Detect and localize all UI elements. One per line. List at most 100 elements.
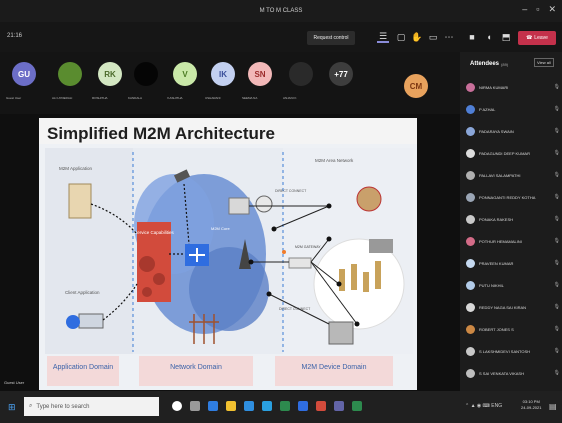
word-icon[interactable]: [298, 401, 308, 411]
attendee-name: ROBERT JONES S: [479, 326, 514, 332]
attendee-name: NIRMA KUMARI: [479, 84, 509, 90]
device-domain-box: [275, 356, 393, 386]
attendee-row[interactable]: PRAVEEN KUMAR 🎙: [466, 256, 560, 270]
muted-mic-icon: 🎙: [553, 216, 560, 222]
attendee-row[interactable]: PONNAGANTI REDDY KOTHA 🎙: [466, 190, 560, 204]
m2m-gateway-icon: [288, 257, 312, 269]
window-titlebar: M TO M CLASS – ▫ ✕: [0, 0, 562, 22]
window-controls: – ▫ ✕: [522, 4, 556, 15]
raise-hand-icon[interactable]: ✋: [411, 31, 423, 43]
attendee-row[interactable]: PUTU NIKHIL 🎙: [466, 278, 560, 292]
file-explorer-icon[interactable]: [226, 401, 236, 411]
m2m-core-label: M2M Core: [211, 226, 230, 231]
m2m-gateway-label: M2M GATEWAY: [295, 245, 321, 249]
host-avatar[interactable]: CM: [404, 74, 428, 98]
device-domain-label: M2M Device Domain: [302, 364, 367, 371]
attendee-row[interactable]: ROBERT JONES S 🎙: [466, 322, 560, 336]
device-server-icon: [328, 321, 354, 345]
microphone-icon[interactable]: ◖: [483, 31, 495, 43]
attendees-count: (89): [501, 61, 509, 67]
attendee-row[interactable]: POTHUR HEMAMALINI 🎙: [466, 234, 560, 248]
taskbar-search-box[interactable]: ⌕ Type here to search: [24, 397, 159, 416]
minimize-icon[interactable]: –: [522, 4, 527, 15]
windows-start-icon[interactable]: ⊞: [8, 402, 16, 413]
clock-date: 24-09-2021: [521, 405, 542, 410]
participant-tile[interactable]: GU: [12, 62, 36, 86]
user-icon: [66, 315, 80, 329]
attendee-name: S SAI VENKATA VIKASH: [479, 370, 524, 376]
participant-tile[interactable]: +77: [329, 62, 353, 86]
search-placeholder: Type here to search: [36, 403, 90, 410]
presenter-name: Guest User: [4, 380, 25, 385]
attendee-name: PADARAYA SWAIN: [479, 128, 514, 134]
participant-tile[interactable]: V: [173, 62, 197, 86]
rooms-icon[interactable]: ▭: [427, 31, 439, 43]
teams-icon[interactable]: [334, 401, 344, 411]
system-tray[interactable]: ⌃ ▲ ◉ ⌨ ENG: [465, 403, 502, 409]
window-title: M TO M CLASS: [259, 8, 303, 14]
request-control-button[interactable]: Request control: [307, 31, 355, 45]
camera-icon[interactable]: ■: [466, 31, 478, 43]
network-domain-box: [139, 356, 253, 386]
attendee-name: PONAKA RAKESH: [479, 216, 514, 222]
close-icon[interactable]: ✕: [548, 4, 556, 15]
leave-label: Leave: [534, 35, 548, 41]
task-view-icon[interactable]: [190, 401, 200, 411]
participant-tile[interactable]: RK: [98, 62, 122, 86]
attendee-name: PALLAVI SALAMPATHI: [479, 172, 521, 178]
participant-label: Guest User: [6, 96, 22, 100]
mail-icon[interactable]: [262, 401, 272, 411]
attendee-avatar: [466, 170, 475, 180]
attendee-row[interactable]: NIRMA KUMARI 🎙: [466, 80, 560, 94]
m2m-area-network-label: M2M Area Network: [315, 158, 354, 163]
participant-tile[interactable]: [134, 62, 158, 86]
maximize-icon[interactable]: ▫: [536, 4, 539, 15]
taskbar-clock[interactable]: 03:10 PM 24-09-2021: [521, 399, 541, 411]
attendee-row[interactable]: S SAI VENKATA VIKASH 🎙: [466, 366, 560, 380]
participant-label: SEEMA NA: [242, 96, 258, 100]
leave-button[interactable]: ☎ Leave: [518, 31, 556, 45]
attendee-row[interactable]: PADARAYA SWAIN 🎙: [466, 124, 560, 138]
attendee-row[interactable]: PALLAVI SALAMPATHI 🎙: [466, 168, 560, 182]
service-capabilities-label: Service Capabilities: [134, 230, 174, 235]
participant-label: ALI HYDERALI: [52, 96, 73, 100]
edge-icon[interactable]: [208, 401, 218, 411]
attendee-avatar: [466, 258, 475, 268]
chat-icon[interactable]: ▢: [395, 31, 407, 43]
windows-taskbar: ⊞ ⌕ Type here to search ⌃ ▲ ◉ ⌨ ENG 03:1…: [0, 391, 562, 423]
store-icon[interactable]: [244, 401, 254, 411]
participant-tile[interactable]: IK: [211, 62, 235, 86]
attendees-panel: Attendees (89) View all NIRMA KUMARI 🎙 P A…: [460, 52, 562, 391]
attendee-name: REDDY NAGA SAI KIRAN: [479, 304, 527, 310]
muted-mic-icon: 🎙: [553, 150, 560, 156]
muted-mic-icon: 🎙: [553, 304, 560, 310]
search-icon: ⌕: [29, 403, 33, 409]
satellite-dish-icon: [228, 197, 250, 215]
network-domain-label: Network Domain: [170, 364, 222, 371]
server-icon: [68, 183, 92, 219]
attendee-row[interactable]: P AZHAL 🎙: [466, 102, 560, 116]
cortana-icon[interactable]: [172, 401, 182, 411]
phone-icon: ☎: [526, 35, 533, 41]
attendee-avatar: [466, 104, 475, 114]
more-options-icon[interactable]: ⋯: [443, 31, 455, 43]
participant-tile[interactable]: [58, 62, 82, 86]
attendee-name: PADAGUNDI DEEP KUMAR: [479, 150, 530, 156]
attendee-avatar: [466, 302, 475, 312]
share-icon[interactable]: ⬒: [500, 31, 512, 43]
attendee-row[interactable]: REDDY NAGA SAI KIRAN 🎙: [466, 300, 560, 314]
muted-mic-icon: 🎙: [553, 106, 560, 112]
people-icon[interactable]: ☰: [377, 31, 389, 43]
attendee-row[interactable]: PONAKA RAKESH 🎙: [466, 212, 560, 226]
app-icon[interactable]: [352, 401, 362, 411]
participant-tile[interactable]: [289, 62, 313, 86]
attendee-row[interactable]: S LAKSHMIDEVI SANTOSH 🎙: [466, 344, 560, 358]
view-all-button[interactable]: View all: [534, 58, 554, 67]
powerpoint-icon[interactable]: [316, 401, 326, 411]
power-pole-icon: [189, 314, 219, 344]
excel-icon[interactable]: [280, 401, 290, 411]
participant-tile[interactable]: SN: [248, 62, 272, 86]
attendee-name: P AZHAL: [479, 106, 496, 112]
attendee-row[interactable]: PADAGUNDI DEEP KUMAR 🎙: [466, 146, 560, 160]
notifications-icon[interactable]: ▤: [549, 402, 557, 411]
